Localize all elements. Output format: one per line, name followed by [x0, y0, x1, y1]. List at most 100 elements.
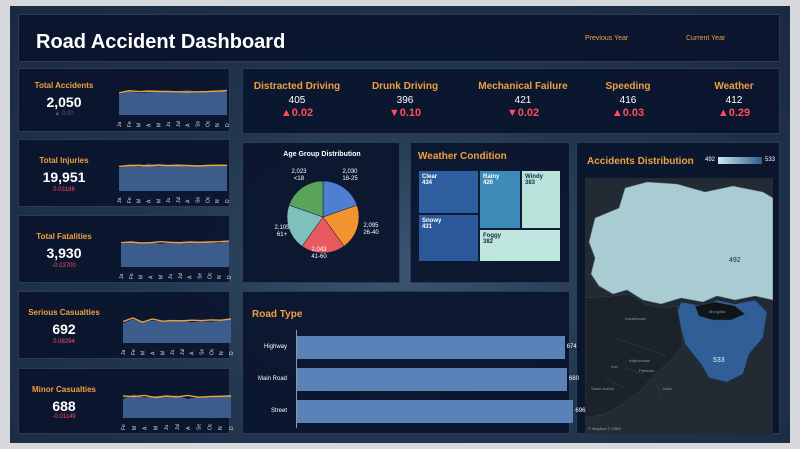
x-tick-label: A	[146, 199, 152, 203]
metric-delta: ▼0.02	[506, 107, 540, 119]
weather-condition-panel: Weather Condition Clear 434 Rainy 420 Wi…	[410, 142, 570, 283]
metric-mechanical-failure[interactable]: Mechanical Failure 421 ▼0.02	[463, 81, 583, 119]
x-tick-label: A	[190, 351, 196, 355]
metric-value: 421	[514, 95, 532, 106]
kpi-title: Serious Casualties	[28, 308, 100, 317]
metric-title: Drunk Driving	[371, 81, 439, 92]
series-area-previous-year	[123, 319, 231, 343]
metric-value: 396	[396, 95, 414, 106]
treemap-cell-foggy[interactable]: Foggy 382	[479, 229, 561, 262]
map-legend-max: 533	[765, 157, 776, 163]
kpi-card-serious-casualties[interactable]: Serious Casualties 692 0.08294 Ja Fe M A M Ju…	[18, 291, 233, 359]
bar[interactable]	[297, 368, 568, 391]
kpi-title: Total Injuries	[39, 156, 89, 165]
kpi-title: Minor Casualties	[31, 385, 96, 394]
metric-delta: ▼0.10	[388, 107, 422, 119]
map-legend-gradient	[718, 157, 762, 164]
pie-label-value: 2,095	[363, 223, 379, 229]
cause-metrics-panel: Distracted Driving 405 ▲0.02 Drunk Drivi…	[242, 68, 780, 134]
pie-label-group: 61+	[276, 232, 288, 239]
metric-delta: ▲0.29	[717, 107, 751, 119]
bar[interactable]	[297, 400, 574, 423]
pie-label-41-60: 2,043 41-60	[304, 247, 334, 261]
x-tick-label: Se	[196, 121, 202, 127]
x-tick-label: A	[186, 426, 192, 430]
page-title: Road Accident Dashboard	[36, 31, 286, 53]
accidents-map[interactable]: 492 533 Kazakhstan Mongolia Afghanistan …	[585, 178, 773, 434]
map-place-mongolia: Mongolia	[709, 309, 726, 314]
x-tick-label: Ja	[117, 122, 123, 128]
x-tick-label: M	[153, 426, 159, 430]
previous-year-label: Previous Year	[585, 35, 629, 42]
kpi-delta: 0.03186	[53, 187, 75, 193]
kpi-value: 2,050	[46, 94, 82, 110]
metric-title: Distracted Driving	[253, 81, 341, 92]
road-type-title: Road Type	[252, 309, 303, 320]
kpi-card-total-injuries[interactable]: Total Injuries 19,951 0.03186 Ja Fe M A M Ju J…	[18, 139, 230, 207]
x-tick-label: M	[139, 275, 145, 279]
series-area-previous-year	[121, 240, 229, 267]
pie-label-group: 26-40	[363, 230, 379, 237]
map-place-saudi-arabia: Saudi Arabia	[591, 386, 614, 391]
map-legend-min: 492	[705, 157, 716, 163]
bar-category-label: Street	[270, 408, 287, 414]
kpi-value: 692	[52, 321, 76, 337]
x-tick-label: Fe	[127, 121, 133, 127]
map-value-south: 533	[713, 357, 725, 364]
x-tick-label: D	[229, 426, 233, 430]
map-place-pakistan: Pakistan	[639, 368, 654, 373]
x-tick-label: Oc	[207, 272, 213, 279]
metric-delta: ▲0.02	[280, 107, 314, 119]
x-tick-label: Ju	[166, 122, 172, 128]
x-tick-label: D	[227, 275, 231, 279]
bar[interactable]	[297, 336, 565, 359]
x-tick-label: Ju	[166, 198, 172, 204]
treemap-cell-snowy[interactable]: Snowy 431	[418, 214, 479, 262]
header-panel: Road Accident Dashboard Previous Year Cu…	[18, 14, 780, 62]
metric-speeding[interactable]: Speeding 416 ▲0.03	[568, 81, 688, 119]
x-tick-label: A	[186, 123, 192, 127]
x-tick-label: N	[219, 351, 225, 355]
x-tick-label: N	[215, 199, 221, 203]
kpi-title: Total Fatalities	[36, 232, 92, 241]
metric-drunk-driving[interactable]: Drunk Driving 396 ▼0.10	[345, 81, 465, 119]
x-tick-label: Ja	[121, 350, 127, 356]
x-tick-label: Jul	[176, 121, 182, 127]
x-tick-label: Oc	[205, 120, 211, 127]
x-tick-label: A	[186, 199, 192, 203]
kpi-card-minor-casualties[interactable]: Minor Casualties 688 -0.01149 Fe M A M Ju Jul…	[18, 368, 233, 434]
map-credit: © Mapbox © OSM	[588, 426, 621, 431]
metric-weather[interactable]: Weather 412 ▲0.29	[674, 81, 794, 119]
treemap-cell-windy[interactable]: Windy 383	[521, 170, 561, 229]
x-tick-label: Oc	[207, 423, 213, 430]
metric-distracted-driving[interactable]: Distracted Driving 405 ▲0.02	[237, 81, 357, 119]
x-tick-label: Oc	[209, 348, 215, 355]
metric-title: Mechanical Failure	[478, 81, 568, 92]
x-tick-label: D	[229, 351, 233, 355]
metric-title: Speeding	[605, 81, 651, 92]
current-year-label: Current Year	[686, 35, 726, 42]
sparkline-chart: JaFeMAMJuJulASeOcND	[119, 240, 231, 280]
x-tick-label: N	[217, 275, 223, 279]
road-type-panel: Road Type Highway 674 Main Road 680 Street 69…	[242, 291, 585, 434]
x-tick-label: M	[156, 199, 162, 203]
sparkline-chart: JaFeMAMJuJulASeOcND	[117, 89, 229, 128]
kpi-delta: -0.03700	[52, 263, 76, 269]
metric-value: 412	[725, 95, 743, 106]
x-tick-label: Ja	[119, 274, 125, 280]
kpi-card-total-accidents[interactable]: Total Accidents 2,050 ▲ 0.00 Ja Fe M A M Ju Ju…	[18, 68, 230, 132]
metric-value: 405	[288, 95, 306, 106]
treemap-cell-value: 383	[525, 180, 536, 186]
kpi-value: 3,930	[46, 245, 82, 261]
pie-label-group: <18	[293, 176, 305, 183]
treemap-cell-clear[interactable]: Clear 434	[418, 170, 479, 214]
kpi-value: 19,951	[42, 169, 86, 185]
x-tick-label: Fe	[129, 273, 135, 279]
bar-value-label: 680	[569, 376, 580, 382]
pie-label-value: 2,043	[311, 247, 327, 253]
treemap-cell-rainy[interactable]: Rainy 420	[479, 170, 521, 229]
kpi-card-total-fatalities[interactable]: Total Fatalities 3,930 -0.03700 Ja Fe M A M J…	[18, 215, 231, 283]
x-tick-label: Jul	[176, 197, 182, 203]
pie-label-26-40: 2,095 26-40	[356, 223, 386, 237]
accidents-distribution-title: Accidents Distribution	[587, 156, 694, 167]
